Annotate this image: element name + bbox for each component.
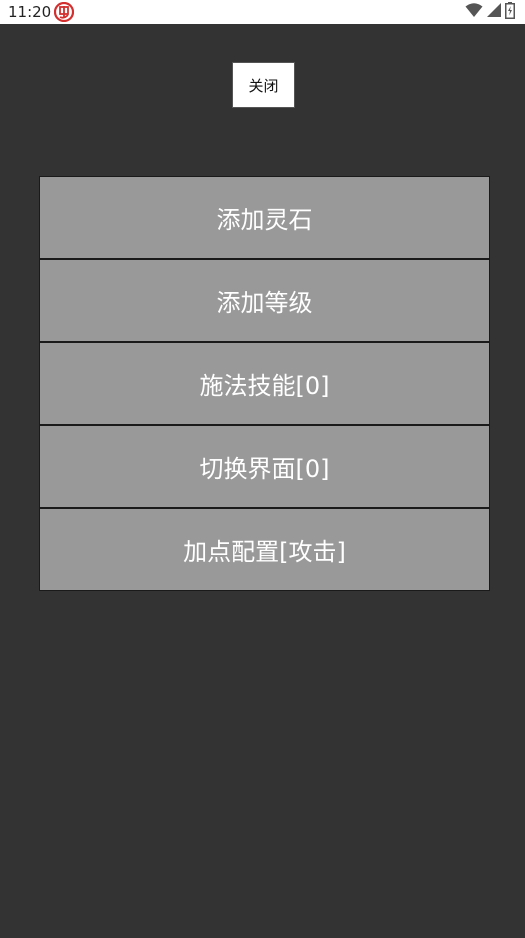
wifi-icon [465, 2, 483, 22]
cast-skill-button[interactable]: 施法技能[0] [39, 342, 490, 425]
status-icons [465, 1, 515, 23]
cell-signal-icon [486, 2, 502, 22]
app-notification-icon [53, 1, 75, 23]
add-level-button[interactable]: 添加等级 [39, 259, 490, 342]
close-button[interactable]: 关闭 [232, 62, 295, 108]
stat-points-config-button[interactable]: 加点配置[攻击] [39, 508, 490, 591]
status-time: 11:20 [8, 3, 52, 21]
cheat-menu: 添加灵石 添加等级 施法技能[0] 切换界面[0] 加点配置[攻击] [39, 176, 490, 591]
switch-interface-button[interactable]: 切换界面[0] [39, 425, 490, 508]
status-bar: 11:20 [0, 0, 525, 24]
add-spirit-stone-button[interactable]: 添加灵石 [39, 176, 490, 259]
battery-icon [505, 1, 515, 23]
